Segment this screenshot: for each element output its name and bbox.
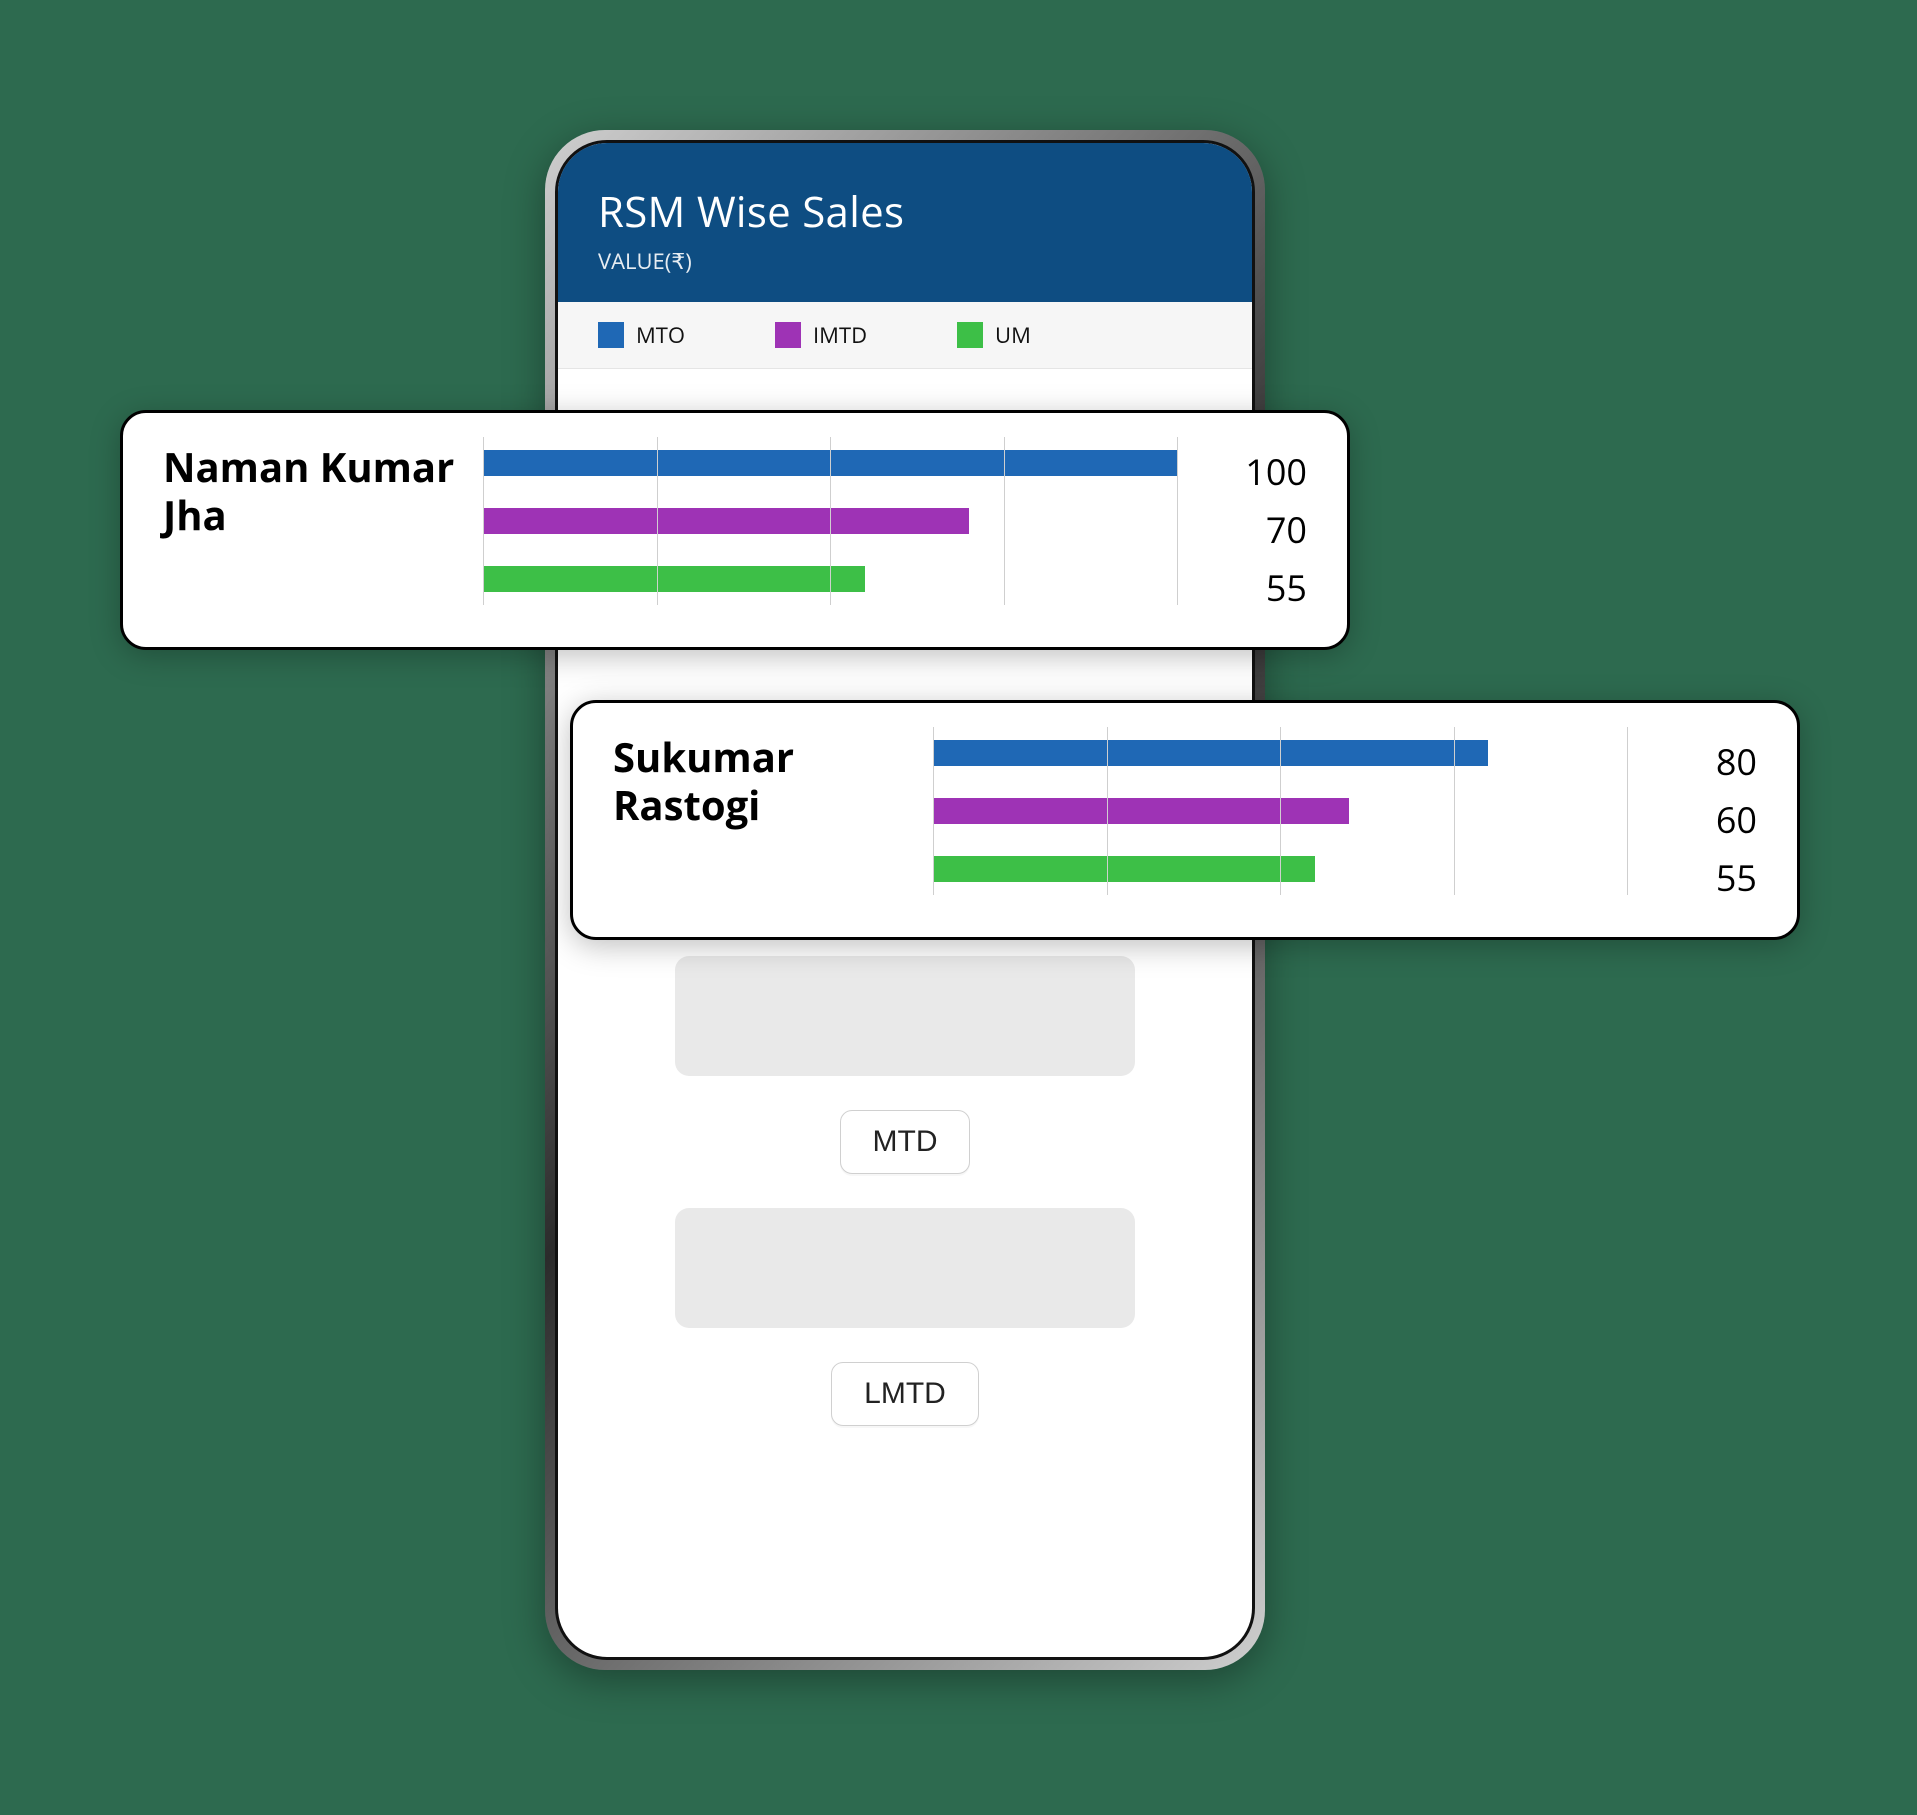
legend-item-um: UM: [957, 320, 1031, 350]
gridline: [1177, 437, 1178, 605]
sales-card-naman-kumar-jha: Naman Kumar Jha 100 70 55: [120, 410, 1350, 650]
bar-imtd: [933, 798, 1349, 824]
legend-item-imtd: IMTD: [775, 320, 867, 350]
value-mto: 100: [1197, 443, 1307, 501]
appbar-subtitle: VALUE(₹): [598, 246, 1212, 276]
values-column: 100 70 55: [1197, 443, 1307, 617]
placeholder-bar-lmtd: [675, 1208, 1135, 1328]
placeholder-bar-mtd: [675, 956, 1135, 1076]
value-imtd: 70: [1197, 501, 1307, 559]
mtd-button[interactable]: MTD: [840, 1110, 971, 1174]
bars-container: [933, 733, 1627, 889]
legend: MTO IMTD UM: [558, 302, 1252, 369]
bar-um: [483, 566, 865, 592]
person-name-line1: Naman Kumar: [163, 439, 454, 494]
appbar-title: RSM Wise Sales: [598, 183, 1212, 240]
appbar: RSM Wise Sales VALUE(₹): [558, 143, 1252, 302]
legend-swatch-um: [957, 322, 983, 348]
gridline: [1627, 727, 1628, 895]
value-um: 55: [1197, 559, 1307, 617]
bar-row-um: [933, 849, 1627, 889]
bar-row-imtd: [933, 791, 1627, 831]
lmtd-button[interactable]: LMTD: [831, 1362, 979, 1426]
value-mto: 80: [1647, 733, 1757, 791]
person-name: Sukumar Rastogi: [613, 733, 913, 829]
person-name-line1: Sukumar: [613, 729, 794, 784]
sales-card-sukumar-rastogi: Sukumar Rastogi 80 60 55: [570, 700, 1800, 940]
person-name: Naman Kumar Jha: [163, 443, 463, 539]
bar-row-mto: [933, 733, 1627, 773]
legend-label: IMTD: [813, 320, 867, 350]
bar-row-imtd: [483, 501, 1177, 541]
section2-body: MTD LMTD: [598, 956, 1212, 1426]
person-name-line2: Rastogi: [613, 777, 760, 832]
value-imtd: 60: [1647, 791, 1757, 849]
bar-mto: [483, 450, 1177, 476]
person-name-line2: Jha: [163, 487, 227, 542]
bar-imtd: [483, 508, 969, 534]
bar-row-um: [483, 559, 1177, 599]
bar-mto: [933, 740, 1488, 766]
value-um: 55: [1647, 849, 1757, 907]
legend-swatch-imtd: [775, 322, 801, 348]
bar-row-mto: [483, 443, 1177, 483]
legend-label: UM: [995, 320, 1031, 350]
legend-label: MTO: [636, 320, 685, 350]
legend-swatch-mto: [598, 322, 624, 348]
bars-container: [483, 443, 1177, 599]
legend-item-mto: MTO: [598, 320, 685, 350]
values-column: 80 60 55: [1647, 733, 1757, 907]
bar-um: [933, 856, 1315, 882]
